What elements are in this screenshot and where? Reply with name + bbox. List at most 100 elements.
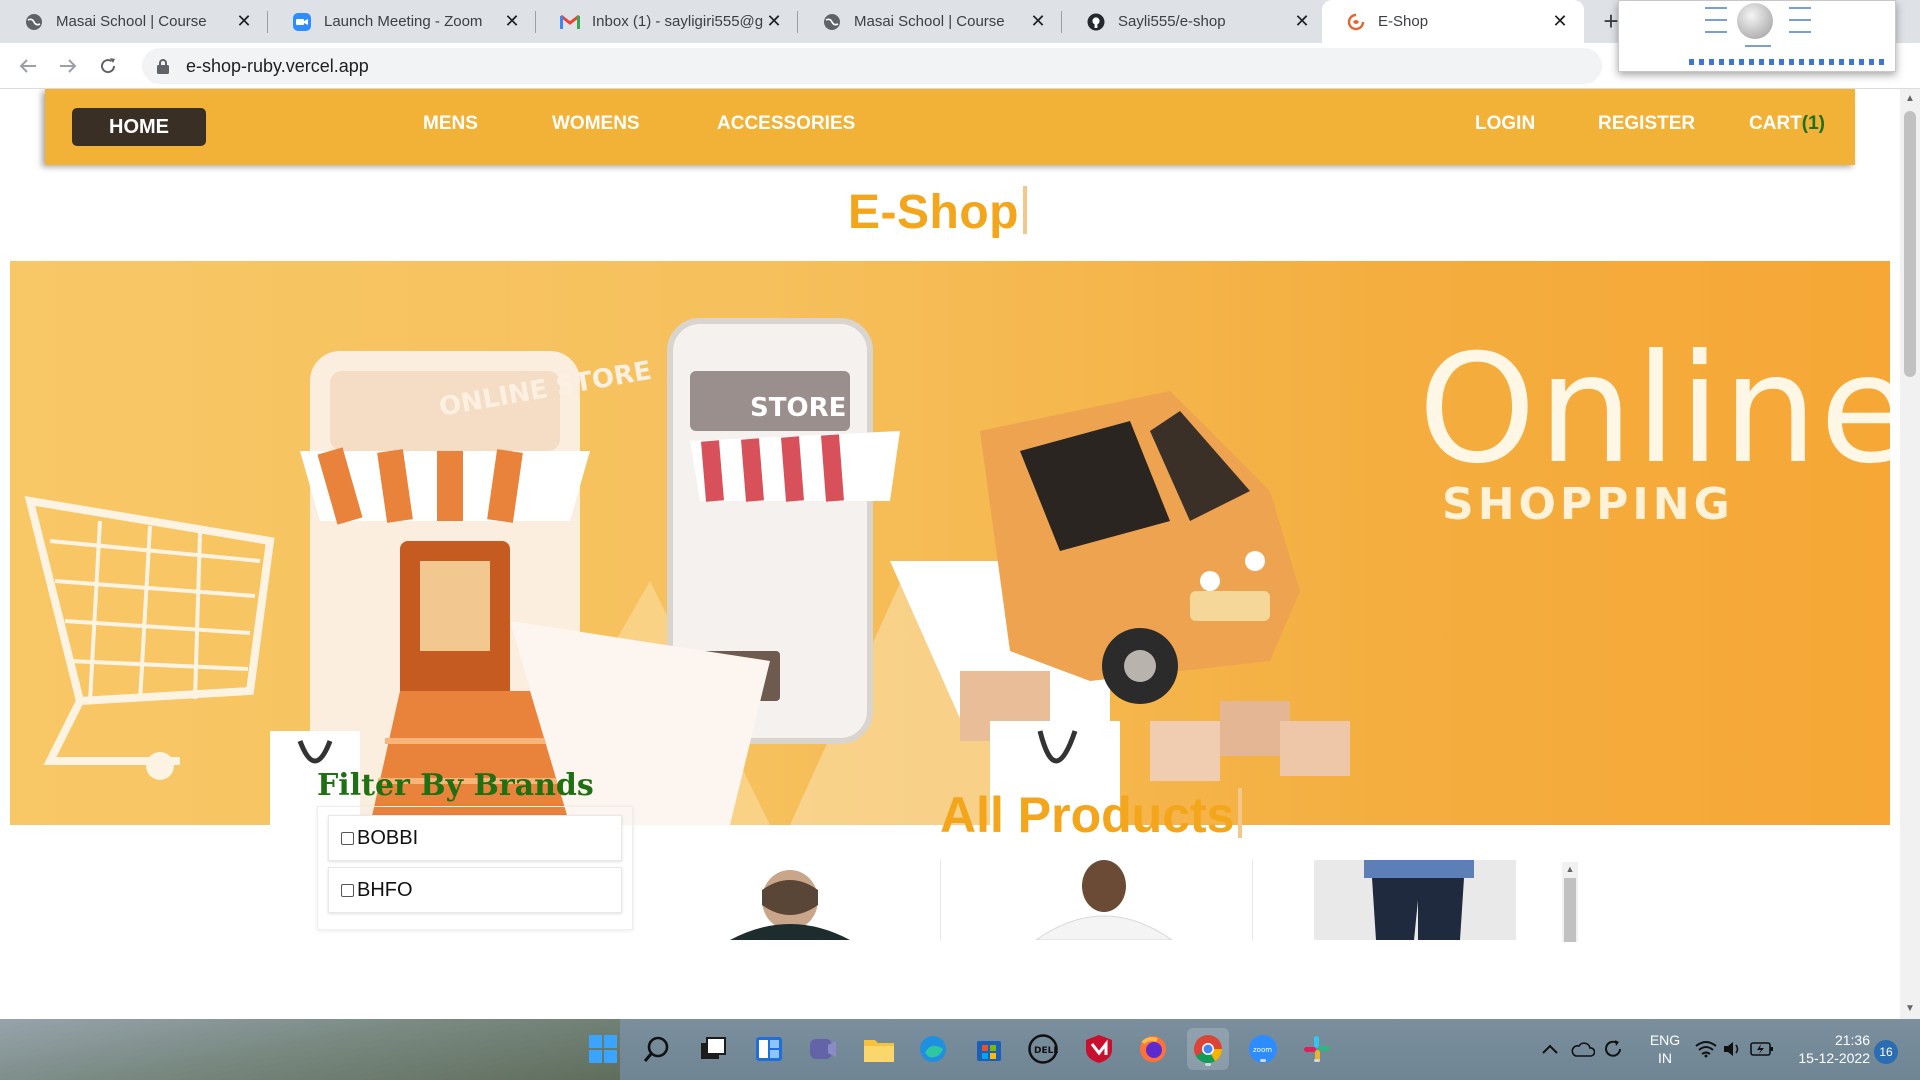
brand-filter-list: BOBBI BHFO	[317, 806, 633, 930]
cart-label: CART	[1749, 113, 1802, 134]
lock-icon	[154, 57, 172, 75]
brand-label: BOBBI	[357, 826, 419, 849]
scroll-thumb[interactable]	[1564, 878, 1576, 942]
brand-checkbox[interactable]	[341, 831, 354, 845]
tab-title: Inbox (1) - sayligiri555@gm	[592, 13, 764, 30]
close-icon[interactable]: ✕	[1028, 11, 1048, 32]
tab-gmail-inbox[interactable]: Inbox (1) - sayligiri555@gm ✕	[536, 0, 798, 43]
clock-time[interactable]: 21:36	[1784, 1031, 1870, 1049]
close-icon[interactable]: ✕	[502, 11, 522, 32]
forward-arrow-icon[interactable]	[54, 53, 82, 79]
page-scrollbar[interactable]: ▲ ▼	[1900, 89, 1920, 1019]
battery-charging-icon[interactable]	[1748, 1032, 1776, 1066]
tab-eshop-active[interactable]: E-Shop ✕	[1322, 0, 1584, 43]
site-brand-title: E-Shop	[848, 185, 1027, 240]
filter-heading: Filter By Brands	[317, 768, 594, 803]
web-page: HOME MENS WOMENS ACCESSORIES LOGIN REGIS…	[0, 89, 1900, 1019]
product-image	[1035, 860, 1173, 940]
onedrive-cloud-icon[interactable]	[1570, 1032, 1596, 1066]
volume-icon[interactable]	[1720, 1032, 1744, 1066]
url-text: e-shop-ruby.vercel.app	[186, 55, 369, 76]
tab-github-eshop[interactable]: Sayli555/e-shop ✕	[1062, 0, 1326, 43]
nav-login-link[interactable]: LOGIN	[1475, 113, 1535, 135]
svg-text:zoom: zoom	[1253, 1046, 1272, 1054]
close-icon[interactable]: ✕	[1550, 11, 1570, 32]
brand-title-text: E-Shop	[848, 186, 1019, 239]
running-app-indicator	[1314, 1059, 1320, 1062]
wallpaper-strip	[0, 1019, 620, 1080]
microsoft-store-icon[interactable]	[972, 1032, 1006, 1066]
windows-taskbar: DELL zoom ENG IN 21:36 15-12-2022	[0, 1019, 1920, 1080]
nav-womens-link[interactable]: WOMENS	[552, 113, 640, 135]
tab-masai-school-2[interactable]: Masai School | Course ✕	[798, 0, 1062, 43]
reload-icon[interactable]	[94, 53, 122, 79]
product-card[interactable]	[956, 860, 1266, 940]
nav-register-link[interactable]: REGISTER	[1598, 113, 1695, 135]
notification-count-badge[interactable]: 16	[1874, 1040, 1898, 1064]
sync-icon[interactable]	[1600, 1032, 1626, 1066]
region-code[interactable]: IN	[1640, 1049, 1690, 1067]
tab-title: Launch Meeting - Zoom	[324, 13, 483, 30]
close-icon[interactable]: ✕	[764, 11, 784, 32]
zoom-app-icon[interactable]: zoom	[1246, 1032, 1280, 1066]
nav-cart-link[interactable]: CART(1)	[1749, 113, 1825, 135]
github-icon	[1086, 12, 1106, 32]
nav-home-button[interactable]: HOME	[72, 108, 206, 146]
nav-accessories-link[interactable]: ACCESSORIES	[717, 113, 855, 135]
language-code[interactable]: ENG	[1640, 1031, 1690, 1049]
brand-filter-item[interactable]: BOBBI	[328, 815, 622, 861]
product-card[interactable]	[1314, 860, 1516, 940]
scroll-up-arrow-icon[interactable]: ▲	[1904, 91, 1916, 105]
back-arrow-icon[interactable]	[14, 53, 42, 79]
product-card[interactable]	[630, 860, 940, 940]
dell-app-icon[interactable]: DELL	[1026, 1032, 1060, 1066]
scroll-down-arrow-icon[interactable]: ▼	[1904, 1001, 1916, 1015]
eshop-icon	[1346, 12, 1366, 32]
widgets-icon[interactable]	[752, 1032, 786, 1066]
tab-zoom-meeting[interactable]: Launch Meeting - Zoom ✕	[268, 0, 536, 43]
close-icon[interactable]: ✕	[234, 11, 254, 32]
banner-headline: Online.	[1418, 323, 1890, 497]
brand-label: BHFO	[357, 878, 413, 901]
close-icon[interactable]: ✕	[1292, 11, 1312, 32]
shopping-cart-illustration	[24, 496, 275, 780]
clock-date[interactable]: 15-12-2022	[1784, 1049, 1870, 1067]
brand-filter-item[interactable]: BHFO	[328, 867, 622, 913]
edge-browser-icon[interactable]	[916, 1032, 950, 1066]
chrome-icon[interactable]	[1187, 1028, 1229, 1070]
tab-masai-school-1[interactable]: Masai School | Course ✕	[0, 0, 268, 43]
phone-sign-text: STORE	[750, 393, 846, 423]
tab-title: Masai School | Course	[854, 13, 1005, 30]
chevron-up-icon[interactable]	[1540, 1032, 1560, 1066]
products-heading: All Products	[940, 786, 1243, 844]
zoom-icon	[292, 12, 312, 32]
scroll-up-arrow-icon[interactable]: ▲	[1562, 862, 1578, 876]
product-divider	[940, 860, 941, 940]
typing-caret	[1238, 788, 1243, 838]
products-scrollbar[interactable]: ▲	[1562, 862, 1578, 942]
file-explorer-icon[interactable]	[862, 1032, 896, 1066]
typing-caret	[1022, 186, 1027, 234]
address-bar[interactable]: e-shop-ruby.vercel.app	[142, 48, 1602, 84]
delivery-truck-illustration	[980, 391, 1300, 704]
scroll-thumb[interactable]	[1904, 111, 1916, 377]
search-icon[interactable]	[640, 1032, 674, 1066]
teams-chat-icon[interactable]	[806, 1032, 840, 1066]
task-view-icon[interactable]	[696, 1032, 730, 1066]
brand-checkbox[interactable]	[341, 883, 354, 897]
site-navbar: HOME MENS WOMENS ACCESSORIES LOGIN REGIS…	[45, 89, 1855, 165]
window-preview-thumbnail[interactable]	[1618, 0, 1896, 72]
mcafee-icon[interactable]	[1082, 1032, 1116, 1066]
wifi-icon[interactable]	[1694, 1032, 1718, 1066]
firefox-icon[interactable]	[1136, 1032, 1170, 1066]
slack-icon[interactable]	[1300, 1032, 1334, 1066]
banner-subline: SHOPPING	[1442, 479, 1734, 530]
globe-icon	[822, 12, 842, 32]
tab-title: Sayli555/e-shop	[1118, 13, 1226, 30]
nav-mens-link[interactable]: MENS	[423, 113, 478, 135]
product-divider	[1252, 860, 1253, 940]
cart-count-badge: (1)	[1801, 113, 1826, 134]
windows-start-icon[interactable]	[586, 1032, 620, 1066]
active-app-indicator	[1205, 1063, 1211, 1066]
wikipedia-globe-icon	[1737, 3, 1773, 39]
